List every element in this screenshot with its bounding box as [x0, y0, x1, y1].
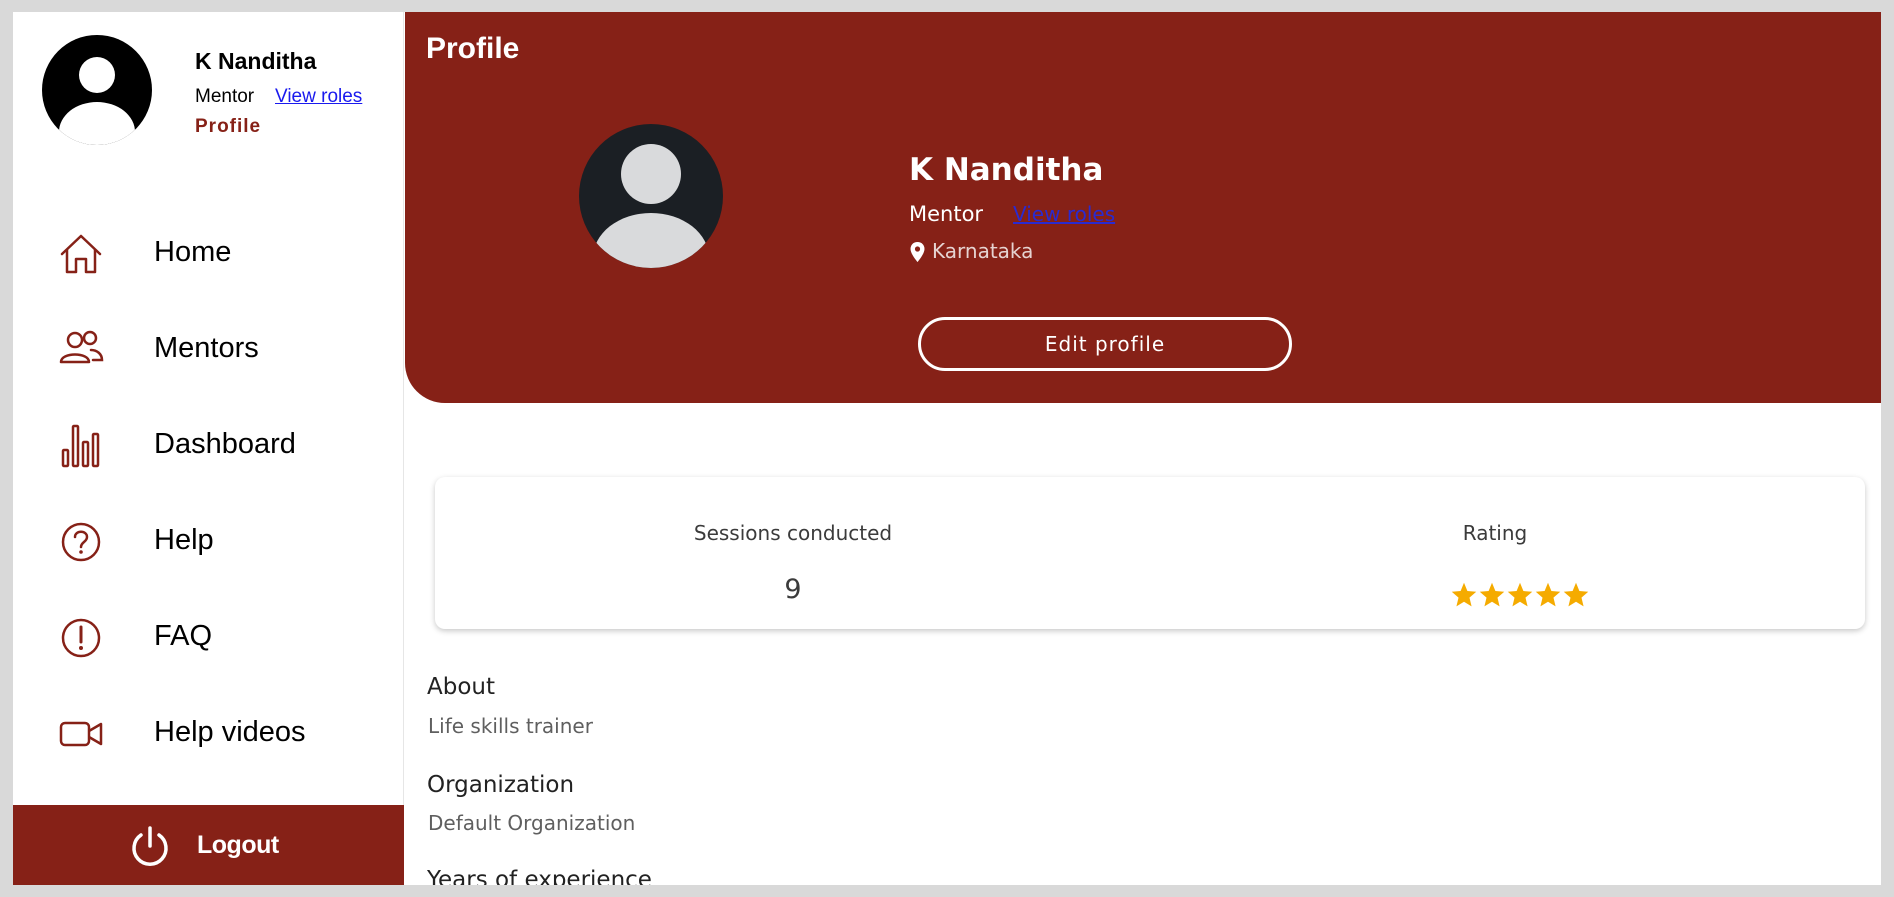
app-window: K Nanditha Mentor View roles Profile Hom…	[13, 12, 1881, 885]
sidebar-item-help-videos[interactable]: Help videos	[13, 696, 404, 768]
sidebar-user-role: Mentor	[195, 86, 255, 107]
avatar-head-shape	[621, 144, 681, 204]
sidebar: K Nanditha Mentor View roles Profile Hom…	[13, 12, 404, 885]
location-pin-icon	[910, 242, 925, 262]
sessions-conducted-value: 9	[784, 574, 802, 605]
video-icon	[59, 721, 103, 747]
logout-label: Logout	[197, 831, 279, 859]
sidebar-user-name: K Nanditha	[195, 48, 317, 74]
avatar-body-shape	[593, 213, 709, 268]
edit-profile-button[interactable]: Edit profile	[918, 317, 1292, 371]
sidebar-item-label: Dashboard	[154, 428, 296, 460]
sessions-conducted-label: Sessions conducted	[693, 521, 893, 545]
avatar[interactable]	[42, 35, 152, 145]
sidebar-item-label: FAQ	[154, 620, 213, 652]
organization-title: Organization	[427, 772, 575, 798]
profile-avatar	[579, 124, 723, 268]
rating-label: Rating	[1462, 521, 1528, 545]
alert-circle-icon	[61, 618, 101, 658]
profile-name: K Nanditha	[909, 152, 1104, 188]
rating-stars	[1450, 581, 1590, 613]
sidebar-item-label: Mentors	[154, 332, 259, 364]
star-icon	[1535, 582, 1561, 607]
sidebar-item-mentors[interactable]: Mentors	[13, 312, 404, 384]
home-icon	[60, 234, 102, 274]
about-value: Life skills trainer	[428, 714, 593, 738]
sidebar-view-roles-link[interactable]: View roles	[275, 86, 362, 108]
help-circle-icon	[61, 522, 101, 562]
sidebar-item-faq[interactable]: FAQ	[13, 600, 404, 672]
profile-location: Karnataka	[932, 239, 1034, 263]
logout-button[interactable]: Logout	[13, 805, 404, 885]
avatar-body-shape	[59, 102, 135, 145]
sidebar-item-home[interactable]: Home	[13, 216, 404, 288]
star-icon	[1507, 582, 1533, 607]
profile-role: Mentor	[909, 202, 984, 226]
avatar-head-shape	[79, 57, 115, 93]
sidebar-item-label: Help videos	[154, 716, 306, 748]
bar-chart-icon	[61, 424, 100, 468]
page-title: Profile	[426, 32, 520, 65]
sidebar-item-help[interactable]: Help	[13, 504, 404, 576]
view-roles-link[interactable]: View roles	[1013, 202, 1115, 226]
sidebar-profile-link[interactable]: Profile	[195, 116, 261, 138]
sidebar-item-label: Home	[154, 236, 232, 268]
star-icon	[1563, 582, 1589, 607]
profile-banner: Profile K Nanditha Mentor View roles Kar…	[405, 12, 1881, 403]
sidebar-item-label: Help	[154, 524, 214, 556]
sidebar-item-dashboard[interactable]: Dashboard	[13, 408, 404, 480]
organization-value: Default Organization	[428, 811, 636, 835]
star-icon	[1451, 582, 1477, 607]
users-icon	[59, 330, 104, 364]
years-of-experience-title: Years of experience	[427, 867, 652, 885]
about-title: About	[427, 674, 496, 700]
star-icon	[1479, 582, 1505, 607]
power-icon	[132, 826, 168, 866]
stats-card: Sessions conducted 9 Rating	[435, 477, 1865, 629]
